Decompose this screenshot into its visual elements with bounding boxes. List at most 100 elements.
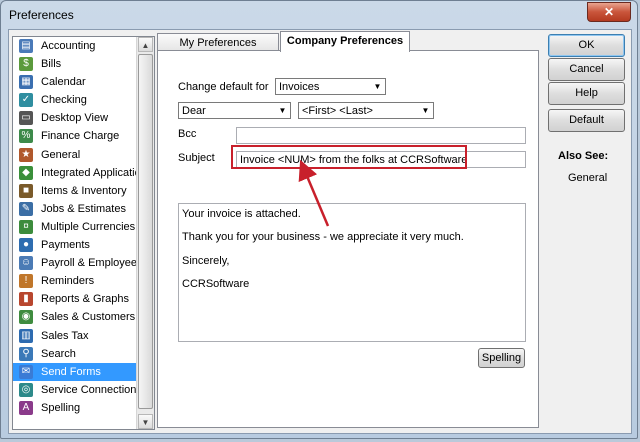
category-item[interactable]: ■ Items & Inventory xyxy=(13,182,154,200)
change-default-dropdown[interactable]: Invoices ▼ xyxy=(275,78,386,95)
salutation-dropdown[interactable]: Dear ▼ xyxy=(178,102,291,119)
category-label: Sales Tax xyxy=(41,329,89,342)
spelling-icon: A xyxy=(19,400,33,415)
category-label: Jobs & Estimates xyxy=(41,202,126,215)
search-icon: ⚲ xyxy=(19,346,33,361)
bcc-field[interactable] xyxy=(236,127,526,144)
category-label: Finance Charge xyxy=(41,130,120,143)
category-item[interactable]: ✓ Checking xyxy=(13,91,154,109)
preferences-window: Preferences ✕ ▤ Accounting $ Bills ▦ Calendar… xyxy=(0,0,638,439)
category-label: Service Connection xyxy=(41,383,137,396)
category-item[interactable]: ★ General xyxy=(13,146,154,164)
category-label: Sales & Customers xyxy=(41,311,136,324)
finance-charge-icon: % xyxy=(19,129,33,144)
window-title: Preferences xyxy=(9,8,74,22)
cancel-button[interactable]: Cancel xyxy=(548,58,625,81)
sales-customers-icon: ◉ xyxy=(19,310,33,325)
sales-tax-icon: ▥ xyxy=(19,328,33,343)
payroll-icon: ☺ xyxy=(19,256,33,271)
body-line: Your invoice is attached. xyxy=(182,208,301,220)
checking-icon: ✓ xyxy=(19,93,33,108)
category-item[interactable]: ¤ Multiple Currencies xyxy=(13,218,154,236)
category-item[interactable]: ▤ Accounting xyxy=(13,37,154,55)
body-line: CCRSoftware xyxy=(182,278,250,290)
reminders-icon: ! xyxy=(19,274,33,289)
integrated-apps-icon: ◆ xyxy=(19,165,33,180)
category-item[interactable]: ✉ Send Forms xyxy=(13,362,154,381)
category-label: Payroll & Employees xyxy=(41,257,143,270)
category-item[interactable]: A Spelling xyxy=(13,399,154,417)
category-label: Reminders xyxy=(41,275,95,288)
message-body-textarea[interactable]: Your invoice is attached. Thank you for … xyxy=(178,203,526,342)
service-connection-icon: ◎ xyxy=(19,382,33,397)
category-item[interactable]: ◉ Sales & Customers xyxy=(13,308,154,326)
dialog-client: ▤ Accounting $ Bills ▦ Calendar ✓ Checking ▭ Desk… xyxy=(8,29,632,434)
body-line: Sincerely, xyxy=(182,255,230,267)
subject-highlight-box xyxy=(231,145,467,169)
chevron-down-icon: ▼ xyxy=(421,106,430,115)
category-item[interactable]: ✎ Jobs & Estimates xyxy=(13,200,154,218)
help-button[interactable]: Help xyxy=(548,82,625,105)
category-label: General xyxy=(41,148,81,161)
category-item[interactable]: ! Reminders xyxy=(13,272,154,290)
change-default-value: Invoices xyxy=(279,81,320,93)
spelling-button[interactable]: Spelling xyxy=(478,348,525,368)
category-label: Spelling xyxy=(41,401,81,414)
category-label: Checking xyxy=(41,94,87,107)
category-item[interactable]: ▦ Calendar xyxy=(13,73,154,91)
send-forms-icon: ✉ xyxy=(19,364,33,379)
salutation-value: Dear xyxy=(182,105,206,117)
also-see-general-link[interactable]: General xyxy=(568,172,607,184)
chevron-down-icon: ▼ xyxy=(278,106,287,115)
category-label: Payments xyxy=(41,239,90,252)
chevron-down-icon: ▼ xyxy=(373,82,382,91)
title-bar: Preferences ✕ xyxy=(1,1,637,29)
category-item[interactable]: ▮ Reports & Graphs xyxy=(13,290,154,308)
category-list[interactable]: ▤ Accounting $ Bills ▦ Calendar ✓ Checking ▭ Desk… xyxy=(12,36,155,430)
category-item[interactable]: $ Bills xyxy=(13,55,154,73)
category-item[interactable]: ● Payments xyxy=(13,236,154,254)
category-item[interactable]: ◆ Integrated Applications xyxy=(13,164,154,182)
reports-graphs-icon: ▮ xyxy=(19,292,33,307)
subject-label: Subject xyxy=(178,152,215,164)
scroll-down-arrow[interactable]: ▼ xyxy=(138,414,153,429)
default-button[interactable]: Default xyxy=(548,109,625,132)
company-preferences-panel: Change default for Invoices ▼ Dear ▼ <Fi… xyxy=(157,50,539,428)
scroll-up-arrow[interactable]: ▲ xyxy=(138,37,153,52)
category-item[interactable]: ▥ Sales Tax xyxy=(13,327,154,345)
change-default-label: Change default for xyxy=(178,81,269,93)
bills-icon: $ xyxy=(19,57,33,72)
desktop-view-icon: ▭ xyxy=(19,111,33,126)
tab-company-preferences-label: Company Preferences xyxy=(286,35,404,47)
scroll-thumb[interactable] xyxy=(138,54,153,409)
category-item[interactable]: % Finance Charge xyxy=(13,127,154,145)
close-button[interactable]: ✕ xyxy=(587,2,631,22)
category-label: Bills xyxy=(41,58,62,71)
category-item[interactable]: ▭ Desktop View xyxy=(13,109,154,127)
category-label: Send Forms xyxy=(41,365,101,378)
name-format-dropdown[interactable]: <First> <Last> ▼ xyxy=(298,102,434,119)
payments-icon: ● xyxy=(19,238,33,253)
general-icon: ★ xyxy=(19,147,33,162)
category-item[interactable]: ☺ Payroll & Employees xyxy=(13,254,154,272)
also-see-title: Also See: xyxy=(558,150,609,162)
category-label: Search xyxy=(41,347,76,360)
category-label: Items & Inventory xyxy=(41,184,127,197)
tab-company-preferences[interactable]: Company Preferences xyxy=(280,31,410,52)
jobs-estimates-icon: ✎ xyxy=(19,201,33,216)
category-item[interactable]: ◎ Service Connection xyxy=(13,381,154,399)
category-item[interactable]: ⚲ Search xyxy=(13,345,154,363)
bcc-label: Bcc xyxy=(178,128,197,140)
category-scrollbar[interactable]: ▲ ▼ xyxy=(136,37,154,429)
accounting-icon: ▤ xyxy=(19,39,33,53)
calendar-icon: ▦ xyxy=(19,75,33,90)
ok-button[interactable]: OK xyxy=(548,34,625,57)
category-label: Multiple Currencies xyxy=(41,220,136,233)
tab-my-preferences-label: My Preferences xyxy=(179,37,257,49)
currencies-icon: ¤ xyxy=(19,219,33,234)
category-label: Reports & Graphs xyxy=(41,293,130,306)
name-format-value: <First> <Last> xyxy=(302,105,373,117)
body-line: Thank you for your business - we appreci… xyxy=(182,231,464,243)
tab-my-preferences[interactable]: My Preferences xyxy=(157,33,279,51)
items-inventory-icon: ■ xyxy=(19,183,33,198)
